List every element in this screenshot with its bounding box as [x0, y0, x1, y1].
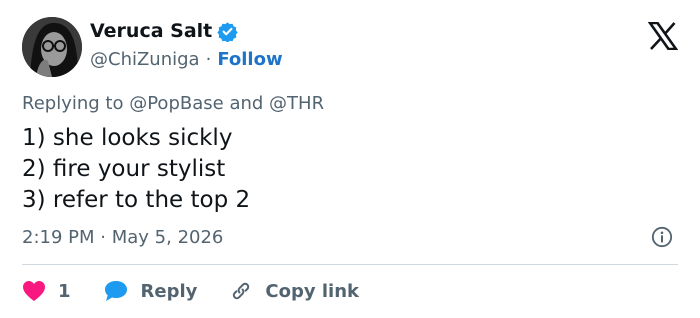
user-handle[interactable]: @ChiZuniga [90, 49, 200, 70]
handle-row: @ChiZuniga · Follow [90, 49, 283, 70]
replying-to-line: Replying to @PopBase and @THR [22, 93, 324, 114]
x-logo-icon[interactable] [647, 21, 679, 51]
copy-link-button[interactable]: Copy link [229, 279, 359, 303]
replying-to-label: Replying to [22, 93, 124, 114]
replying-to-joiner: and [229, 93, 264, 114]
like-count: 1 [58, 280, 71, 302]
verified-badge-icon [217, 21, 238, 43]
handle-separator: · [205, 49, 212, 70]
info-icon[interactable] [651, 226, 673, 248]
mention-popbase[interactable]: @PopBase [129, 93, 223, 114]
avatar[interactable] [22, 17, 82, 77]
follow-button[interactable]: Follow [217, 49, 282, 70]
timestamp-time: 2:19 PM [22, 227, 95, 248]
divider [22, 264, 678, 265]
mention-thr[interactable]: @THR [269, 93, 324, 114]
copy-link-label: Copy link [265, 280, 359, 302]
link-icon [233, 282, 250, 300]
reply-label: Reply [140, 280, 198, 302]
reply-bubble-icon [104, 281, 127, 301]
timestamp-date: May 5, 2026 [111, 227, 224, 248]
display-name[interactable]: Veruca Salt [90, 20, 212, 42]
tweet-line-1: 1) she looks sickly [22, 125, 233, 151]
tweet-line-2: 2) fire your stylist [22, 156, 226, 182]
tweet-line-3: 3) refer to the top 2 [22, 187, 251, 213]
tweet-timestamp[interactable]: 2:19 PM · May 5, 2026 [22, 227, 223, 248]
like-button[interactable]: 1 [22, 280, 71, 302]
user-name-row: Veruca Salt [90, 20, 238, 43]
reply-button[interactable]: Reply [103, 279, 198, 303]
avatar-image [22, 17, 82, 77]
heart-icon [23, 281, 45, 301]
tweet-text: 1) she looks sickly 2) fire your stylist… [22, 123, 250, 216]
timestamp-separator: · [100, 227, 106, 248]
action-bar: 1 Reply Copy link [22, 276, 391, 306]
